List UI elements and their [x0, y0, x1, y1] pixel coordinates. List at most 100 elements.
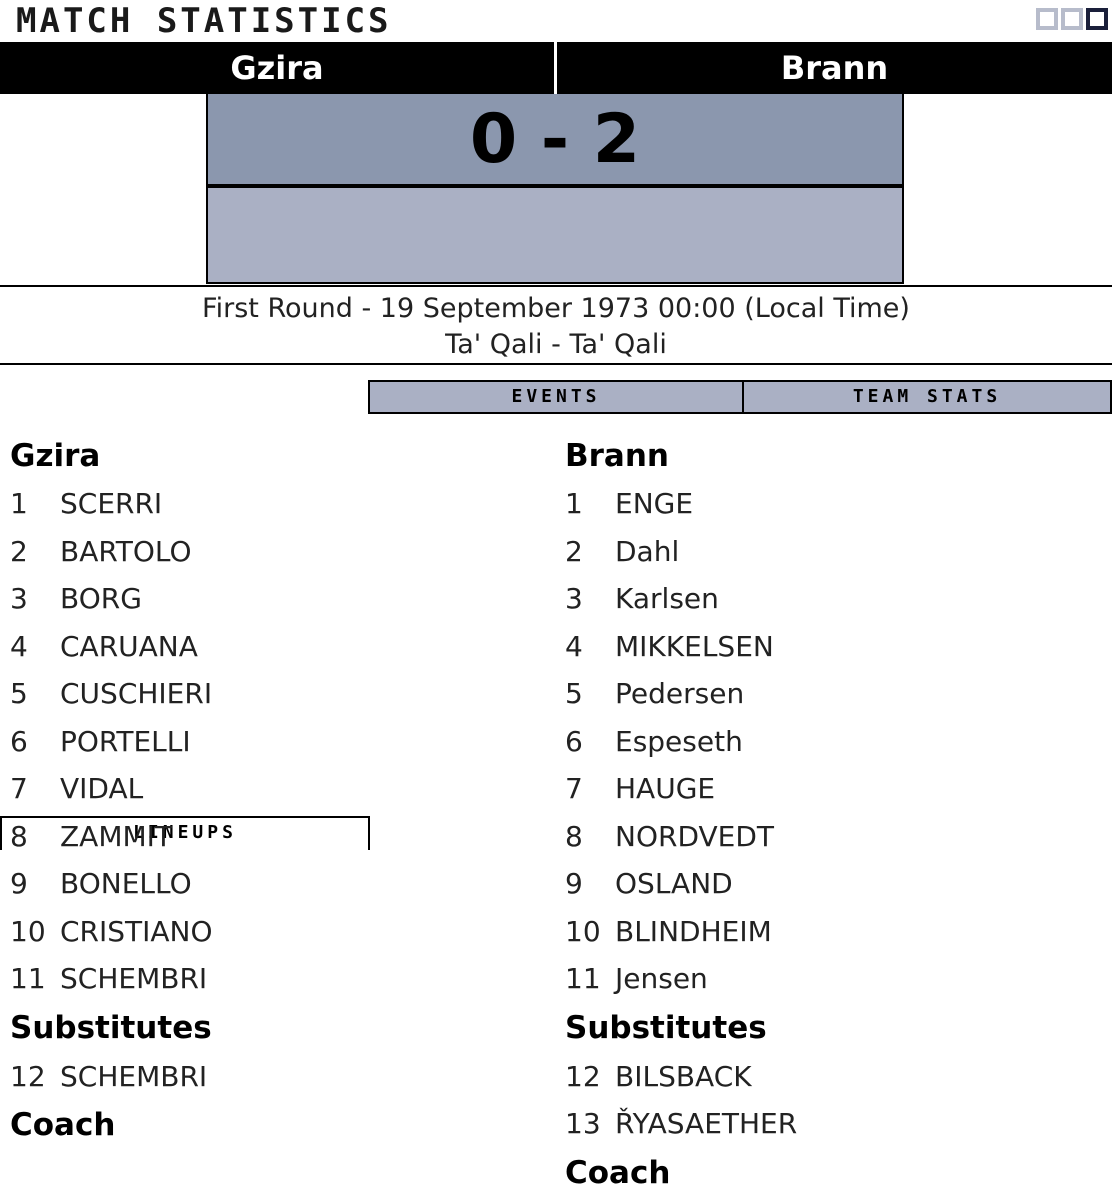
player-row: 13 ŘYASAETHER — [565, 1100, 797, 1148]
window-controls — [1036, 8, 1108, 30]
player-name: Pedersen — [615, 677, 745, 710]
player-number: 3 — [565, 582, 583, 615]
maximize-icon[interactable] — [1061, 8, 1083, 30]
player-row: 6 PORTELLI — [10, 718, 213, 766]
player-row: 1 ENGE — [565, 480, 797, 528]
player-number: 9 — [10, 867, 28, 900]
player-number: 8 — [565, 819, 583, 853]
player-name: Dahl — [615, 534, 680, 568]
player-number: 12 — [10, 1059, 46, 1093]
player-number: 7 — [10, 772, 28, 805]
player-name: Karlsen — [615, 582, 719, 615]
player-row: 5 Pedersen — [565, 670, 797, 718]
away-substitutes-heading: Substitutes — [565, 1009, 767, 1046]
player-number: 4 — [10, 629, 28, 663]
player-number: 10 — [10, 914, 46, 948]
tab-events[interactable]: EVENTS — [368, 380, 744, 414]
player-number: 6 — [565, 724, 583, 758]
title-bar: MATCH STATISTICS — [0, 0, 1118, 42]
player-name: ENGE — [615, 487, 694, 520]
venue: Ta' Qali - Ta' Qali — [445, 329, 667, 360]
player-row: 1 SCERRI — [10, 480, 213, 528]
score-details-panel — [206, 186, 904, 284]
player-row: 2 Dahl — [565, 528, 797, 576]
player-row: 10 CRISTIANO — [10, 908, 213, 956]
away-players-list: 1 ENGE 2 Dahl 3 Karlsen 4 MIKKELSEN 5 Pedersen 6 Es… — [565, 480, 797, 1003]
player-row: 2 BARTOLO — [10, 528, 213, 576]
player-number: 2 — [565, 534, 583, 568]
player-row: 7 HAUGE — [565, 765, 797, 813]
app-title: MATCH STATISTICS — [16, 1, 392, 41]
player-number: 12 — [565, 1059, 601, 1093]
player-row: 3 Karlsen — [565, 575, 797, 623]
player-name: SCHEMBRI — [60, 1059, 208, 1093]
player-name: BLINDHEIM — [615, 914, 772, 948]
player-row: 11 Jensen — [565, 955, 797, 1003]
away-substitutes-list: 12 BILSBACK 13 ŘYASAETHER — [565, 1053, 797, 1148]
player-row: 7 VIDAL — [10, 765, 213, 813]
player-row: 12 BILSBACK — [565, 1053, 797, 1101]
tab-bar: LINEUPS EVENTS TEAM STATS — [0, 380, 1112, 850]
home-lineup: Gzira 1 SCERRI 2 BARTOLO 3 BORG 4 CARUANA 5 CUSCH… — [10, 436, 213, 1150]
home-players-list: 1 SCERRI 2 BARTOLO 3 BORG 4 CARUANA 5 CUSCHIERI 6 P… — [10, 480, 213, 1003]
player-row: 8 ZAMMIT — [10, 813, 213, 861]
player-name: SCHEMBRI — [60, 962, 208, 995]
player-name: BONELLO — [60, 867, 192, 900]
player-name: BORG — [60, 582, 142, 615]
player-name: ŘYASAETHER — [615, 1107, 798, 1140]
player-number: 1 — [565, 487, 583, 520]
player-name: Jensen — [615, 962, 708, 995]
close-icon[interactable] — [1086, 8, 1108, 30]
player-name: CRISTIANO — [60, 914, 213, 948]
tab-team-stats[interactable]: TEAM STATS — [742, 380, 1112, 414]
restore-icon[interactable] — [1036, 8, 1058, 30]
player-name: Espeseth — [615, 724, 743, 758]
player-row: 5 CUSCHIERI — [10, 670, 213, 718]
player-name: BARTOLO — [60, 534, 192, 568]
player-row: 10 BLINDHEIM — [565, 908, 797, 956]
player-name: PORTELLI — [60, 724, 191, 758]
player-number: 2 — [10, 534, 28, 568]
teams-bar: Gzira Brann — [0, 42, 1112, 94]
round-date: First Round - 19 September 1973 00:00 (L… — [202, 293, 910, 324]
player-name: ZAMMIT — [60, 819, 173, 853]
player-name: VIDAL — [60, 772, 144, 805]
away-team-name: Brann — [780, 49, 889, 87]
away-coach-heading: Coach — [565, 1154, 671, 1191]
player-row: 6 Espeseth — [565, 718, 797, 766]
player-number: 5 — [565, 677, 583, 710]
player-row: 12 SCHEMBRI — [10, 1053, 213, 1101]
player-row: 4 CARUANA — [10, 623, 213, 671]
player-row: 11 SCHEMBRI — [10, 955, 213, 1003]
player-number: 8 — [10, 819, 28, 853]
match-info: First Round - 19 September 1973 00:00 (L… — [0, 285, 1112, 365]
player-number: 9 — [565, 867, 583, 900]
player-number: 1 — [10, 487, 28, 520]
player-name: OSLAND — [615, 867, 733, 900]
player-number: 11 — [10, 962, 46, 995]
home-coach-heading: Coach — [10, 1107, 116, 1143]
player-number: 5 — [10, 677, 28, 710]
away-lineup: Brann 1 ENGE 2 Dahl 3 Karlsen 4 MIKKELSEN 5 Peder… — [565, 436, 797, 1198]
player-row: 8 NORDVEDT — [565, 813, 797, 861]
player-name: NORDVEDT — [615, 819, 775, 853]
player-number: 4 — [565, 629, 583, 663]
player-row: 9 OSLAND — [565, 860, 797, 908]
player-number: 13 — [565, 1107, 601, 1140]
away-lineup-title: Brann — [565, 438, 669, 474]
player-number: 6 — [10, 724, 28, 758]
player-row: 4 MIKKELSEN — [565, 623, 797, 671]
player-name: CUSCHIERI — [60, 677, 213, 710]
player-name: HAUGE — [615, 772, 716, 805]
home-substitutes-heading: Substitutes — [10, 1009, 212, 1046]
player-name: BILSBACK — [615, 1059, 752, 1093]
player-number: 11 — [565, 962, 601, 995]
player-row: 3 BORG — [10, 575, 213, 623]
home-substitutes-list: 12 SCHEMBRI — [10, 1053, 213, 1101]
player-number: 10 — [565, 914, 601, 948]
home-team-name: Gzira — [230, 49, 324, 87]
player-number: 3 — [10, 582, 28, 615]
home-lineup-title: Gzira — [10, 438, 101, 474]
player-number: 7 — [565, 772, 583, 805]
player-name: MIKKELSEN — [615, 629, 774, 663]
